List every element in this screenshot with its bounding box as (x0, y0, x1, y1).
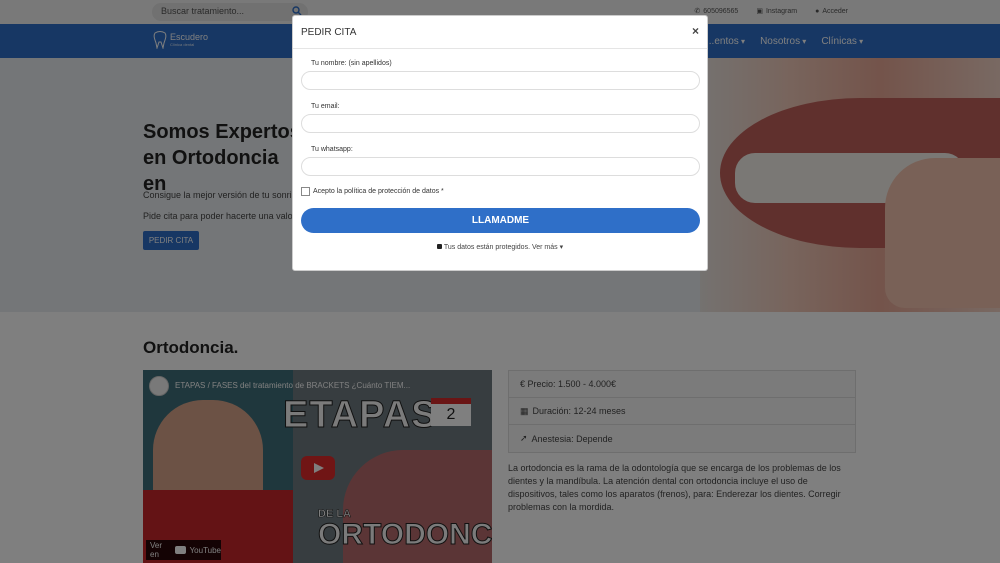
modal-title: PEDIR CITA (301, 27, 357, 38)
modal-header: PEDIR CITA × (293, 16, 707, 49)
email-input[interactable] (301, 114, 700, 133)
name-input[interactable] (301, 71, 700, 90)
whatsapp-label: Tu whatsapp: (311, 146, 353, 153)
privacy-note[interactable]: Tus datos están protegidos. Ver más ▾ (293, 243, 707, 251)
call-me-button[interactable]: LLAMADME (301, 208, 700, 233)
privacy-checkbox-label[interactable]: Acepto la política de protección de dato… (313, 188, 444, 195)
whatsapp-input[interactable] (301, 157, 700, 176)
email-label: Tu email: (311, 103, 340, 110)
name-label: Tu nombre: (sin apellidos) (311, 60, 392, 67)
close-icon[interactable]: × (692, 24, 699, 38)
lock-icon (436, 244, 442, 249)
privacy-checkbox[interactable] (301, 187, 310, 196)
appointment-modal: PEDIR CITA × Tu nombre: (sin apellidos) … (292, 15, 708, 271)
